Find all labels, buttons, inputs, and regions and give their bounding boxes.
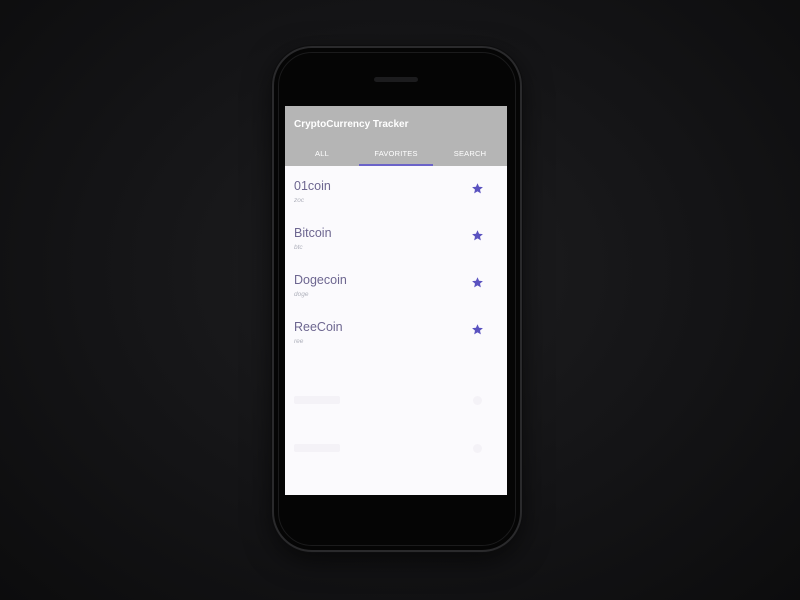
star-icon[interactable] <box>471 229 484 242</box>
app-title: CryptoCurrency Tracker <box>294 119 409 130</box>
star-icon[interactable] <box>471 276 484 289</box>
star-icon[interactable] <box>471 182 484 195</box>
coin-symbol: ree <box>294 338 304 345</box>
list-item[interactable]: 01coin zoc <box>285 166 507 213</box>
placeholder-bar <box>294 396 340 404</box>
coin-symbol: zoc <box>294 197 305 204</box>
faded-list-placeholder <box>285 386 507 426</box>
coin-symbol: btc <box>294 244 303 251</box>
coin-name: 01coin <box>294 179 331 193</box>
list-item[interactable]: ReeCoin ree <box>285 307 507 354</box>
placeholder-dot <box>473 444 482 453</box>
placeholder-dot <box>473 396 482 405</box>
tab-search[interactable]: SEARCH <box>433 142 507 166</box>
tab-favorites[interactable]: FAVORITES <box>359 142 433 166</box>
tab-all[interactable]: ALL <box>285 142 359 166</box>
list-item[interactable]: Bitcoin btc <box>285 213 507 260</box>
list-item[interactable]: Dogecoin doge <box>285 260 507 307</box>
phone-screen: CryptoCurrency Tracker ALL FAVORITES SEA… <box>285 106 507 495</box>
placeholder-bar <box>294 444 340 452</box>
coin-name: Bitcoin <box>294 226 332 240</box>
star-icon[interactable] <box>471 323 484 336</box>
faded-list-placeholder <box>285 434 507 474</box>
coin-symbol: doge <box>294 291 309 298</box>
coin-name: Dogecoin <box>294 273 347 287</box>
coin-name: ReeCoin <box>294 320 343 334</box>
phone-device: CryptoCurrency Tracker ALL FAVORITES SEA… <box>274 48 520 550</box>
earpiece-speaker <box>374 77 418 82</box>
app-bar: CryptoCurrency Tracker ALL FAVORITES SEA… <box>285 106 507 166</box>
tab-bar: ALL FAVORITES SEARCH <box>285 142 507 166</box>
